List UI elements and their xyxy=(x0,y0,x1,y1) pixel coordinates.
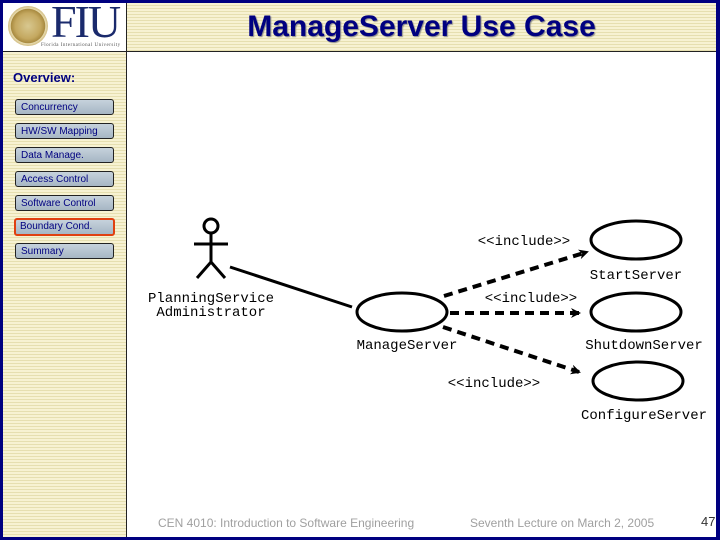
nav-summary[interactable]: Summary xyxy=(15,243,114,259)
use-case-configureserver[interactable] xyxy=(591,360,685,402)
include-label-configureserver: <<include>> xyxy=(448,376,540,392)
nav-software-control[interactable]: Software Control xyxy=(15,195,114,211)
nav-access-control[interactable]: Access Control xyxy=(15,171,114,187)
logo-subtitle: Florida International University xyxy=(41,43,121,48)
diagram-canvas: PlanningService Administrator ManageServ… xyxy=(148,217,707,424)
title-bar: ManageServer Use Case xyxy=(127,3,716,52)
include-label-shutdownserver: <<include>> xyxy=(485,291,577,307)
include-arrow-startserver xyxy=(443,249,589,298)
use-case-label-manageserver: ManageServer xyxy=(357,338,458,354)
sidebar-heading: Overview: xyxy=(13,70,76,85)
nav-concurrency[interactable]: Concurrency xyxy=(15,99,114,115)
use-case-diagram: PlanningService Administrator ManageServ… xyxy=(127,52,716,522)
include-label-startserver: <<include>> xyxy=(478,234,570,250)
include-arrow-configureserver xyxy=(442,325,581,375)
use-case-label-shutdownserver: ShutdownServer xyxy=(585,338,703,354)
nav-data-manage[interactable]: Data Manage. xyxy=(15,147,114,163)
nav-hw-sw-mapping[interactable]: HW/SW Mapping xyxy=(15,123,114,139)
use-case-manageserver[interactable] xyxy=(355,291,449,333)
slide: FIU Florida International University Man… xyxy=(3,3,716,537)
use-case-label-configureserver: ConfigureServer xyxy=(581,408,707,424)
footer-lecture: Seventh Lecture on March 2, 2005 xyxy=(470,516,655,530)
use-case-startserver[interactable] xyxy=(589,219,683,261)
slide-title: ManageServer Use Case xyxy=(247,10,596,43)
footer-course: CEN 4010: Introduction to Software Engin… xyxy=(158,516,415,530)
sidebar: Overview: Concurrency HW/SW Mapping Data… xyxy=(3,52,127,537)
nav-boundary-cond[interactable]: Boundary Cond. xyxy=(14,218,115,236)
fiu-logo: FIU Florida International University xyxy=(3,3,127,52)
use-case-label-startserver: StartServer xyxy=(590,268,682,284)
university-seal-icon xyxy=(8,6,48,46)
use-case-shutdownserver[interactable] xyxy=(589,291,683,333)
page-number: 47 xyxy=(701,514,716,529)
actor-label-line2: Administrator xyxy=(156,305,265,321)
logo-text: FIU xyxy=(51,3,121,47)
actor-stick-figure-icon[interactable] xyxy=(194,217,228,279)
